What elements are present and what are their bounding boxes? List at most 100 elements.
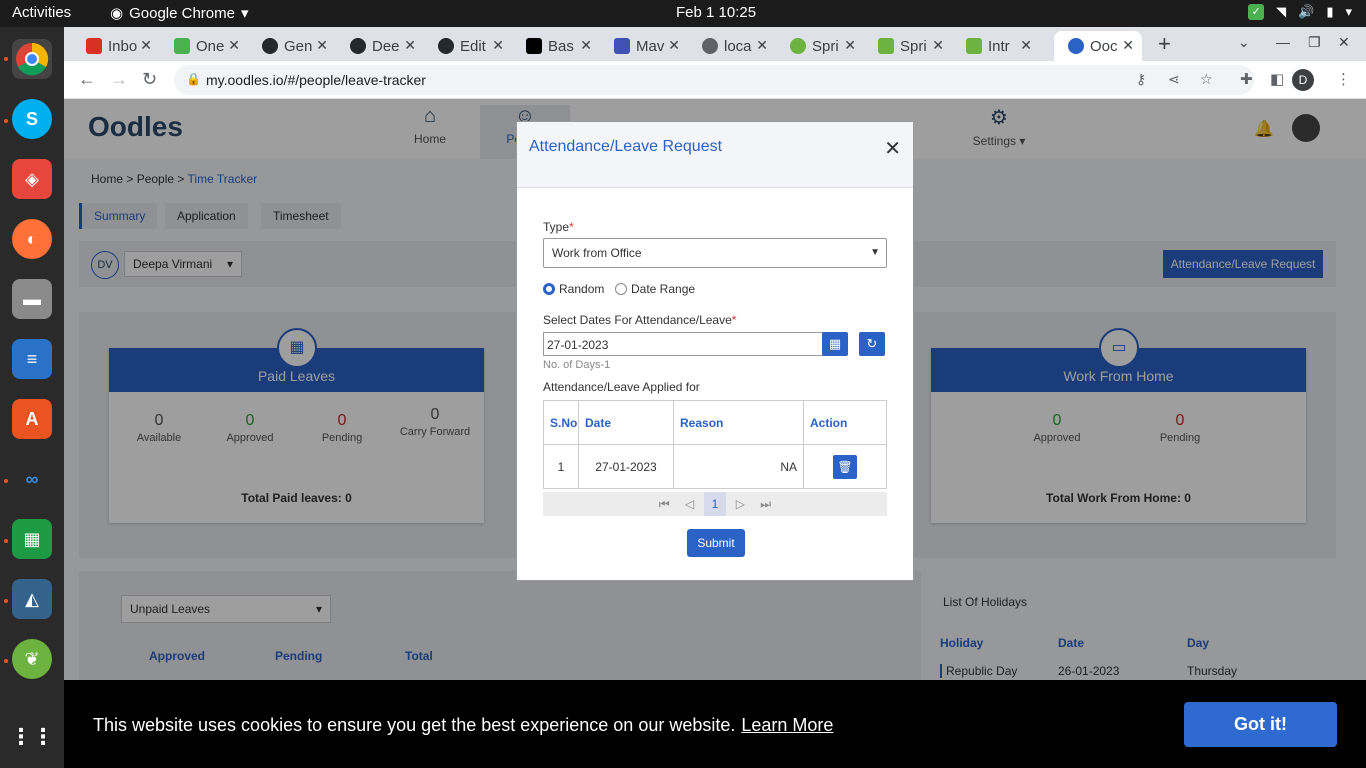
- calc-icon[interactable]: ▦: [12, 519, 52, 559]
- minimize-icon[interactable]: —: [1276, 34, 1290, 50]
- browser-tab[interactable]: Intr ✕: [952, 31, 1040, 61]
- writer-icon[interactable]: ≡: [12, 339, 52, 379]
- chrome-icon[interactable]: [12, 39, 52, 79]
- spring-icon: [966, 38, 982, 54]
- type-label: Type*: [543, 220, 574, 234]
- close-tab-icon[interactable]: ✕: [316, 37, 328, 54]
- browser-tab[interactable]: Dee ✕: [336, 31, 424, 61]
- applied-table: S.No Date Reason Action 1 27-01-2023 NA …: [543, 400, 887, 489]
- last-page-icon[interactable]: ⏭: [755, 492, 777, 516]
- browser-tab[interactable]: loca ✕: [688, 31, 776, 61]
- browser-tab[interactable]: Gen ✕: [248, 31, 336, 61]
- clock[interactable]: Feb 1 10:25: [676, 4, 756, 21]
- system-top-bar: Activities ◉ Google Chrome ▾ Feb 1 10:25 ✓…: [0, 0, 1366, 27]
- firefox-icon[interactable]: ◐: [12, 219, 52, 259]
- browser-tab[interactable]: One ✕: [160, 31, 248, 61]
- dates-label: Select Dates For Attendance/Leave*: [543, 313, 737, 327]
- attendance-leave-modal: Attendance/Leave Request ✕ Type* Work fr…: [516, 121, 914, 581]
- side-panel-icon[interactable]: ◧: [1270, 70, 1284, 88]
- browser-tab[interactable]: Bas ✕: [512, 31, 600, 61]
- new-tab-button[interactable]: +: [1158, 31, 1171, 57]
- extensions-icon[interactable]: ✚: [1240, 70, 1253, 88]
- maximize-icon[interactable]: ❐: [1308, 34, 1321, 51]
- tab-strip: Inbo ✕ One ✕ Gen ✕ Dee ✕ Edit ✕ Bas ✕ Mav ✕ loc…: [64, 27, 1366, 61]
- browser-tab[interactable]: Spri ✕: [776, 31, 864, 61]
- mysql-workbench-icon[interactable]: ◭: [12, 579, 52, 619]
- battery-icon: ▮: [1326, 4, 1334, 19]
- running-indicator: [4, 119, 8, 123]
- close-tab-icon[interactable]: ✕: [492, 37, 504, 54]
- close-window-icon[interactable]: ✕: [1338, 34, 1350, 51]
- github-icon: [262, 38, 278, 54]
- bookmark-star-icon[interactable]: ☆: [1200, 71, 1213, 88]
- delete-icon[interactable]: 🗑: [833, 454, 857, 479]
- prev-page-icon[interactable]: ◁: [679, 492, 701, 516]
- close-tab-icon[interactable]: ✕: [844, 37, 856, 54]
- volume-icon: 🔊: [1298, 4, 1315, 19]
- running-indicator: [4, 539, 8, 543]
- date-input[interactable]: 27-01-2023: [543, 332, 823, 356]
- close-tab-icon[interactable]: ✕: [1122, 37, 1134, 54]
- close-tab-icon[interactable]: ✕: [580, 37, 592, 54]
- close-tab-icon[interactable]: ✕: [140, 37, 152, 54]
- app-menu[interactable]: ◉ Google Chrome ▾: [110, 4, 249, 23]
- close-tab-icon[interactable]: ✕: [1020, 37, 1032, 54]
- url-text[interactable]: my.oodles.io/#/people/leave-tracker: [206, 72, 426, 88]
- first-page-icon[interactable]: ⏮: [653, 492, 675, 516]
- modal-header: Attendance/Leave Request ✕: [517, 122, 913, 188]
- accept-cookies-button[interactable]: Got it!: [1184, 702, 1337, 747]
- radio-selected-icon: [543, 283, 555, 295]
- share-icon[interactable]: ⋖: [1168, 71, 1180, 88]
- cell-action: 🗑: [803, 444, 887, 489]
- back-icon[interactable]: ←: [78, 69, 96, 90]
- refresh-icon[interactable]: ↻: [859, 332, 885, 356]
- show-apps-icon[interactable]: ⋮⋮: [10, 717, 54, 757]
- system-tray[interactable]: ✓ ◥ 🔊 ▮ ▾: [1248, 4, 1352, 20]
- forward-icon[interactable]: →: [110, 69, 128, 90]
- close-icon[interactable]: ✕: [884, 136, 901, 161]
- oodles-icon: [1068, 38, 1084, 54]
- browser-tab[interactable]: Edit ✕: [424, 31, 512, 61]
- skype-icon[interactable]: S: [12, 99, 52, 139]
- page-number[interactable]: 1: [704, 492, 726, 516]
- dock: S ◈ ◐ ▬ ≡ A ∞ ▦ ◭ ❦ ⋮⋮: [0, 27, 64, 768]
- next-page-icon[interactable]: ▷: [729, 492, 751, 516]
- close-tab-icon[interactable]: ✕: [756, 37, 768, 54]
- calendar-icon[interactable]: ▦: [822, 332, 848, 356]
- browser-tab[interactable]: Inbo ✕: [72, 31, 160, 61]
- col-action: Action: [803, 400, 887, 445]
- radio-date-range[interactable]: Date Range: [615, 282, 695, 296]
- anydesk-icon[interactable]: ◈: [12, 159, 52, 199]
- table-row: 1 27-01-2023 NA 🗑: [543, 444, 887, 489]
- cookie-banner: This website uses cookies to ensure you …: [64, 680, 1366, 768]
- browser-tab-active[interactable]: Ooc ✕: [1054, 31, 1142, 61]
- tab-search-icon[interactable]: ⌄: [1238, 34, 1250, 51]
- oodles-app-icon[interactable]: ∞: [12, 459, 52, 499]
- files-icon[interactable]: ▬: [12, 279, 52, 319]
- more-menu-icon[interactable]: ⋮: [1336, 70, 1351, 88]
- close-tab-icon[interactable]: ✕: [228, 37, 240, 54]
- browser-tab[interactable]: Spri ✕: [864, 31, 952, 61]
- learn-more-link[interactable]: Learn More: [741, 715, 833, 735]
- cell-date: 27-01-2023: [578, 444, 674, 489]
- submit-button[interactable]: Submit: [687, 529, 745, 557]
- address-bar[interactable]: 🔒 my.oodles.io/#/people/leave-tracker ⚷ …: [174, 65, 1254, 95]
- radio-random[interactable]: Random: [543, 282, 604, 296]
- close-tab-icon[interactable]: ✕: [404, 37, 416, 54]
- software-center-icon[interactable]: A: [12, 399, 52, 439]
- radio-unselected-icon: [615, 283, 627, 295]
- reload-icon[interactable]: ↻: [142, 69, 157, 90]
- browser-tab[interactable]: Mav ✕: [600, 31, 688, 61]
- running-indicator: [4, 57, 8, 61]
- modal-title: Attendance/Leave Request: [529, 138, 723, 155]
- profile-avatar[interactable]: D: [1292, 69, 1314, 91]
- type-select[interactable]: Work from Office ▼: [543, 238, 887, 268]
- close-tab-icon[interactable]: ✕: [932, 37, 944, 54]
- activities-button[interactable]: Activities: [12, 4, 71, 21]
- key-icon[interactable]: ⚷: [1136, 71, 1146, 88]
- spring-tools-icon[interactable]: ❦: [12, 639, 52, 679]
- close-tab-icon[interactable]: ✕: [668, 37, 680, 54]
- page: Oodles ⌂Home ☺People ⚙Settings ▾ 🔔 Home …: [64, 99, 1366, 768]
- chevron-down-icon: ▾: [1345, 4, 1352, 19]
- chrome-icon: ◉: [110, 5, 124, 22]
